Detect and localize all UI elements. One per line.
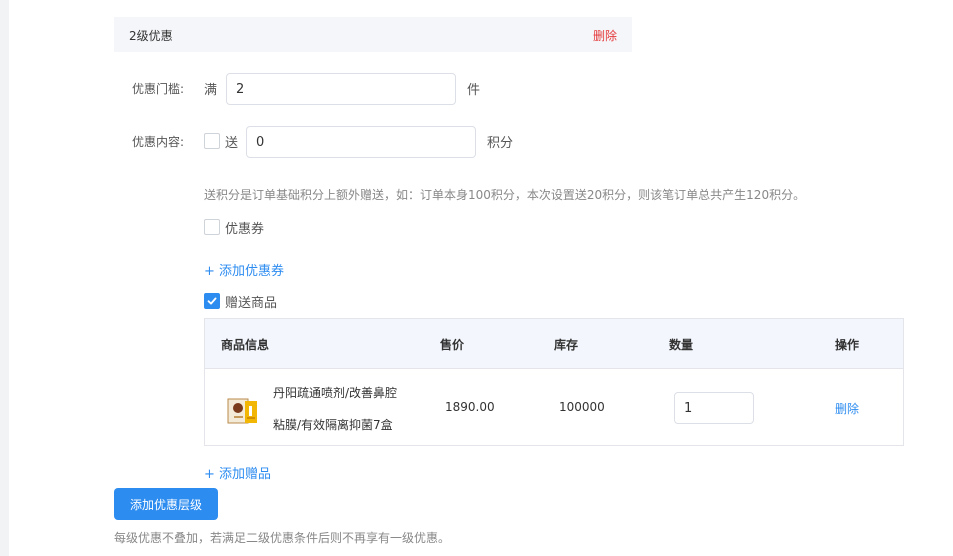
header-stock: 库存 <box>554 338 579 352</box>
coupon-checkbox-label: 优惠券 <box>225 222 265 237</box>
product-thumbnail-image <box>227 398 257 424</box>
gift-checkbox-label: 赠送商品 <box>225 296 278 311</box>
header-info: 商品信息 <box>221 338 270 352</box>
footer-note: 每级优惠不叠加，若满足二级优惠条件后则不再享有一级优惠。 <box>114 531 451 545</box>
product-name-line2: 粘膜/有效隔离抑菌7盒 <box>273 418 393 432</box>
points-input[interactable]: 0 <box>246 126 476 158</box>
quantity-input[interactable]: 1 <box>674 392 754 424</box>
threshold-input-value: 2 <box>236 81 245 97</box>
tier-title: 2级优惠 <box>129 29 173 43</box>
quantity-input-value: 1 <box>684 400 693 416</box>
threshold-label: 优惠门槛: <box>132 82 185 96</box>
header-quantity: 数量 <box>669 338 694 352</box>
header-action: 操作 <box>835 338 860 352</box>
remove-gift-link[interactable]: 删除 <box>835 400 859 417</box>
product-stock: 100000 <box>559 400 605 414</box>
add-coupon-link[interactable]: + 添加优惠券 <box>204 260 284 279</box>
product-price: 1890.00 <box>445 400 495 414</box>
delete-tier-link[interactable]: 删除 <box>593 27 617 44</box>
tier-header: 2级优惠 删除 <box>114 17 632 52</box>
threshold-prefix: 满 <box>204 83 218 98</box>
threshold-unit: 件 <box>467 83 481 98</box>
left-panel-edge <box>0 0 9 556</box>
gift-checkbox[interactable] <box>204 293 220 309</box>
checkmark-icon <box>207 297 217 305</box>
add-gift-link[interactable]: + 添加赠品 <box>204 463 271 482</box>
gift-goods-table: 商品信息 售价 库存 数量 操作 丹阳疏通喷剂/改善鼻腔 粘膜/有效隔离抑菌7盒… <box>204 318 904 446</box>
header-price: 售价 <box>440 338 465 352</box>
threshold-input[interactable]: 2 <box>226 73 456 105</box>
product-name: 丹阳疏通喷剂/改善鼻腔 粘膜/有效隔离抑菌7盒 <box>273 377 413 441</box>
points-input-value: 0 <box>256 134 265 150</box>
add-tier-button[interactable]: 添加优惠层级 <box>114 488 218 520</box>
table-header-row: 商品信息 售价 库存 数量 操作 <box>205 319 903 369</box>
coupon-checkbox[interactable] <box>204 219 220 235</box>
points-checkbox[interactable] <box>204 133 220 149</box>
content-label: 优惠内容: <box>132 135 185 149</box>
product-name-line1: 丹阳疏通喷剂/改善鼻腔 <box>273 386 398 400</box>
points-hint: 送积分是订单基础积分上额外赠送，如：订单本身100积分，本次设置送20积分，则该… <box>204 188 806 202</box>
points-unit: 积分 <box>487 136 514 151</box>
points-checkbox-label: 送 <box>225 136 239 151</box>
